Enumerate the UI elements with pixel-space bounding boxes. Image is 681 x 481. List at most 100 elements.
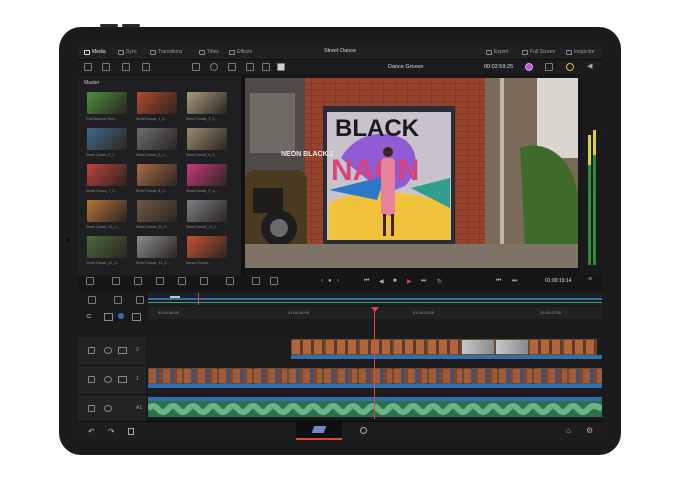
list-view-icon[interactable] [192,63,200,71]
go-to-end-icon[interactable]: ⏭ [421,278,426,285]
media-clip-thumbnail[interactable] [137,128,177,150]
linked-selection-icon[interactable] [104,313,113,321]
media-clip-thumbnail[interactable] [87,128,127,150]
smart-insert-icon[interactable] [86,277,94,285]
export-button[interactable]: Export [486,48,508,56]
menu-icon[interactable]: ≡ [588,276,592,283]
position-lock-icon[interactable] [118,313,124,319]
loop-icon[interactable]: ↻ [437,278,442,285]
sort-icon[interactable] [228,63,236,71]
place-on-top-icon[interactable] [178,277,186,285]
flags-icon[interactable] [132,313,141,321]
ripple-overwrite-icon[interactable] [134,277,142,285]
bin-icon[interactable] [142,63,150,71]
lock-icon[interactable] [88,405,95,412]
timeline-clip[interactable] [288,368,323,384]
lock-icon[interactable] [88,376,95,383]
playhead-line[interactable] [374,307,375,419]
media-clip-thumbnail[interactable] [137,92,177,114]
media-clip-thumbnail[interactable] [137,164,177,186]
home-icon[interactable]: ⌂ [566,426,571,435]
media-clip-thumbnail[interactable] [87,92,127,114]
timeline-clip[interactable] [359,339,393,355]
close-up-icon[interactable] [156,277,164,285]
timeline-clip[interactable] [427,339,461,355]
play-icon[interactable]: ▶ [407,278,412,285]
next-edit-icon[interactable]: ⏭ [512,278,517,285]
volume-icon[interactable]: ◀ [587,63,595,71]
safe-area-icon[interactable] [262,63,270,71]
timeline-clip[interactable] [498,368,533,384]
full-screen-button[interactable]: Full Screen [522,48,555,56]
import-icon[interactable] [122,63,130,71]
timeline-clip[interactable] [463,368,498,384]
timeline-clip[interactable] [568,368,602,384]
media-clip-thumbnail[interactable] [137,200,177,222]
timeline-clip[interactable] [461,339,495,355]
monitor-icon[interactable] [118,347,127,354]
inspector-button[interactable]: Inspector [566,48,595,56]
media-clip-thumbnail[interactable] [87,164,127,186]
timeline-clip[interactable] [563,339,597,355]
media-clip-thumbnail[interactable] [187,164,227,186]
trim-icon[interactable] [252,277,260,285]
timeline-clip[interactable] [253,368,288,384]
go-to-start-icon[interactable]: ⏮ [364,278,369,285]
media-clip-thumbnail[interactable] [187,128,227,150]
timeline-clip[interactable] [529,339,563,355]
timeline-clip[interactable] [183,368,218,384]
timeline-clip[interactable] [325,339,359,355]
lock-icon[interactable] [88,347,95,354]
monitor-icon[interactable] [118,376,127,383]
media-clip-thumbnail[interactable] [87,200,127,222]
audio-waveform[interactable] [148,401,602,417]
snapping-icon[interactable]: ⊂ [86,312,92,320]
edit-mode-icon[interactable] [226,277,234,285]
track-height-icon[interactable] [136,296,144,304]
timeline-clip[interactable] [358,368,393,384]
timeline-clip[interactable] [148,368,183,384]
mini-timeline[interactable] [148,293,602,305]
audio-icon[interactable] [104,376,112,383]
jog-dot-icon[interactable]: ● [328,278,332,284]
timeline-clip[interactable] [428,368,463,384]
delete-icon[interactable] [128,428,134,435]
append-icon[interactable] [112,277,120,285]
cut-page-button[interactable] [296,422,342,440]
media-clip-thumbnail[interactable] [87,236,127,258]
stop-icon[interactable]: ■ [393,278,397,284]
timeline-clip[interactable] [291,339,325,355]
media-clip-thumbnail[interactable] [137,236,177,258]
timeline-clip[interactable] [218,368,253,384]
search-icon[interactable] [210,63,218,71]
settings-gear-icon[interactable]: ⚙ [586,426,593,435]
audio-icon[interactable] [104,405,112,412]
timeline-options-icon[interactable] [114,296,122,304]
timeline-clip[interactable] [533,368,568,384]
layout-icon[interactable] [84,63,92,71]
source-overwrite-icon[interactable] [200,277,208,285]
jog-right-icon[interactable]: › [337,278,339,284]
transform-icon[interactable] [545,63,553,71]
effects-control-icon[interactable] [566,63,574,71]
playhead-handle[interactable] [371,307,379,312]
timeline-clip[interactable] [393,339,427,355]
timeline-clip[interactable] [495,339,529,355]
redo-icon[interactable]: ↷ [108,427,115,436]
split-icon[interactable] [270,277,278,285]
color-page-icon[interactable] [360,427,367,434]
timeline-clip[interactable] [323,368,358,384]
play-reverse-icon[interactable]: ◀ [379,278,384,285]
media-clip-thumbnail[interactable] [187,236,227,258]
media-clip-thumbnail[interactable] [187,200,227,222]
folder-icon[interactable] [102,63,110,71]
timeline-clip[interactable] [393,368,428,384]
previous-edit-icon[interactable]: ⏮ [496,278,501,285]
audio-icon[interactable] [104,347,112,354]
color-icon[interactable] [525,63,533,71]
clip-view-icon[interactable] [246,63,254,71]
jog-left-icon[interactable]: ‹ [321,278,323,284]
undo-icon[interactable]: ↶ [88,427,95,436]
media-clip-thumbnail[interactable] [187,92,227,114]
timeline-view-icon[interactable] [88,296,96,304]
